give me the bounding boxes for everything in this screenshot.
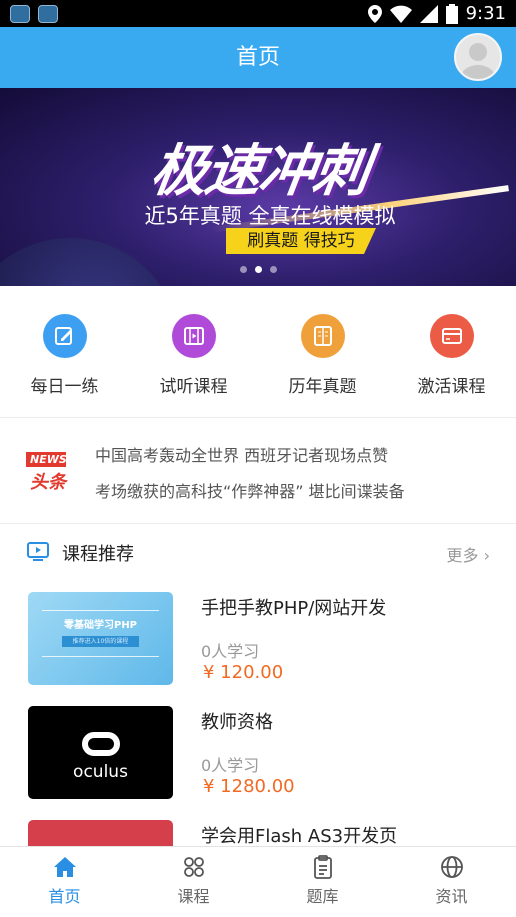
- chevron-right-icon: ›: [483, 546, 490, 565]
- course-title: 教师资格: [201, 712, 273, 733]
- card-icon: [429, 314, 474, 358]
- app-header: 首页: [0, 27, 516, 88]
- course-price: ¥ 120.00: [203, 662, 284, 683]
- location-icon: [367, 4, 382, 23]
- quick-item-label: 激活课程: [417, 377, 486, 397]
- banner-ribbon: 刷真题 得技巧: [226, 228, 376, 254]
- notification-app-icon: [10, 4, 30, 23]
- status-bar: 9:31: [0, 0, 516, 27]
- course-icon: [183, 857, 204, 877]
- course-title: 学会用Flash AS3开发页: [201, 826, 398, 847]
- globe-icon: [440, 856, 463, 878]
- home-icon: [53, 857, 76, 877]
- quick-item-label: 试听课程: [159, 377, 228, 397]
- thumb-title: 零基础学习PHP: [63, 620, 138, 631]
- more-label: 更多: [446, 546, 479, 565]
- tab-question-bank[interactable]: 题库: [258, 847, 387, 917]
- course-thumbnail: oculus: [28, 706, 173, 799]
- banner-pager: [0, 266, 516, 273]
- battery-icon: [445, 3, 458, 24]
- thumb-divider: [42, 656, 159, 657]
- pencil-note-icon: [42, 314, 87, 358]
- clipboard-icon: [313, 855, 332, 879]
- thumb-subtitle: 推荐进入10倍的课程: [62, 636, 139, 647]
- course-thumbnail: 零基础学习PHP 推荐进入10倍的课程: [28, 592, 173, 685]
- quick-item-label: 历年真题: [288, 377, 357, 397]
- tab-label: 资讯: [435, 887, 468, 906]
- section-title: 课程推荐: [62, 544, 134, 565]
- film-icon: [171, 314, 216, 358]
- bottom-tab-bar: 首页 课程 题库 资讯: [0, 846, 516, 917]
- news-badge-sub: 头条: [30, 472, 66, 493]
- course-learners: 0人学习: [201, 642, 260, 661]
- quick-item-past-exams[interactable]: 历年真题: [258, 286, 387, 417]
- course-learners: 0人学习: [201, 756, 260, 775]
- pager-dot-active[interactable]: [254, 266, 262, 273]
- quick-menu: 每日一练 试听课程 历年真题 激活课程: [0, 286, 516, 418]
- tv-play-icon: [27, 542, 49, 561]
- thumb-title: oculus: [73, 762, 128, 782]
- quick-item-trial-course[interactable]: 试听课程: [129, 286, 258, 417]
- more-link[interactable]: 更多 ›: [446, 542, 490, 566]
- banner-subtitle: 近5年真题 全真在线模模拟: [144, 204, 396, 228]
- banner-headline: 极速冲刺: [146, 138, 373, 204]
- page-title: 首页: [235, 45, 280, 70]
- avatar[interactable]: [454, 33, 502, 81]
- promo-banner[interactable]: 极速冲刺 近5年真题 全真在线模模拟 刷真题 得技巧: [0, 88, 516, 286]
- tab-label: 首页: [48, 887, 81, 906]
- status-time: 9:31: [465, 3, 506, 24]
- wifi-icon: [389, 5, 412, 23]
- oculus-logo-icon: [82, 732, 120, 756]
- course-item[interactable]: 零基础学习PHP 推荐进入10倍的课程 手把手教PHP/网站开发 0人学习 ¥ …: [0, 592, 516, 688]
- tab-courses[interactable]: 课程: [129, 847, 258, 917]
- signal-icon: [419, 4, 438, 23]
- quick-item-daily-practice[interactable]: 每日一练: [0, 286, 129, 417]
- thumb-divider: [42, 610, 159, 611]
- course-title: 手把手教PHP/网站开发: [201, 598, 387, 619]
- course-recommend-header: 课程推荐 更多 ›: [0, 524, 516, 584]
- planet-graphic: [0, 238, 180, 286]
- notification-app-icon: [38, 4, 58, 23]
- quick-item-label: 每日一练: [30, 377, 99, 397]
- course-item[interactable]: oculus 教师资格 0人学习 ¥ 1280.00: [0, 706, 516, 802]
- news-headline[interactable]: 中国高考轰动全世界 西班牙记者现场点赞: [95, 442, 388, 466]
- pager-dot[interactable]: [239, 266, 247, 273]
- tab-label: 题库: [306, 887, 339, 906]
- quick-item-activate-course[interactable]: 激活课程: [387, 286, 516, 417]
- tab-home[interactable]: 首页: [0, 847, 129, 917]
- tab-news[interactable]: 资讯: [387, 847, 516, 917]
- news-badge: NEWS: [26, 452, 67, 467]
- tab-label: 课程: [177, 887, 210, 906]
- news-headline[interactable]: 考场缴获的高科技“作弊神器” 堪比间谍装备: [95, 478, 405, 502]
- pager-dot[interactable]: [269, 266, 277, 273]
- book-icon: [300, 314, 345, 358]
- course-price: ¥ 1280.00: [203, 776, 295, 797]
- news-ticker[interactable]: NEWS 头条 中国高考轰动全世界 西班牙记者现场点赞 考场缴获的高科技“作弊神…: [0, 418, 516, 524]
- news-logo: NEWS 头条: [26, 452, 72, 493]
